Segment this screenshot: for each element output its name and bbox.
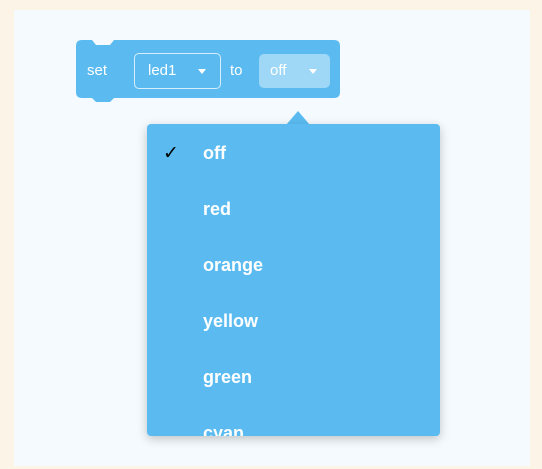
menu-option-label: green — [203, 367, 253, 387]
caret-down-icon — [309, 69, 317, 74]
menu-option-off[interactable]: ✓ off — [147, 133, 440, 173]
menu-option-cyan[interactable]: cyan — [147, 413, 440, 436]
color-dropdown-menu[interactable]: ✓ off red orange yellow green cyan — [147, 124, 440, 436]
led-select-dropdown[interactable]: led1 — [134, 53, 221, 89]
led-select-value: led1 — [148, 62, 177, 79]
caret-down-icon — [198, 69, 206, 74]
menu-option-label: off — [203, 143, 226, 163]
dropdown-pointer — [286, 111, 310, 125]
menu-option-green[interactable]: green — [147, 357, 440, 397]
color-select-dropdown[interactable]: off — [259, 54, 330, 88]
menu-option-orange[interactable]: orange — [147, 245, 440, 285]
menu-option-label: orange — [203, 255, 264, 275]
set-led-block[interactable]: set led1 to off — [76, 40, 340, 102]
menu-option-label: yellow — [203, 311, 259, 331]
block-to-label: to — [230, 62, 243, 79]
menu-option-label: red — [203, 199, 232, 219]
menu-option-yellow[interactable]: yellow — [147, 301, 440, 341]
color-select-value: off — [270, 62, 287, 79]
block-set-label: set — [87, 62, 108, 79]
checkmark-icon: ✓ — [163, 142, 179, 164]
menu-option-label: cyan — [203, 423, 245, 436]
menu-option-red[interactable]: red — [147, 189, 440, 229]
